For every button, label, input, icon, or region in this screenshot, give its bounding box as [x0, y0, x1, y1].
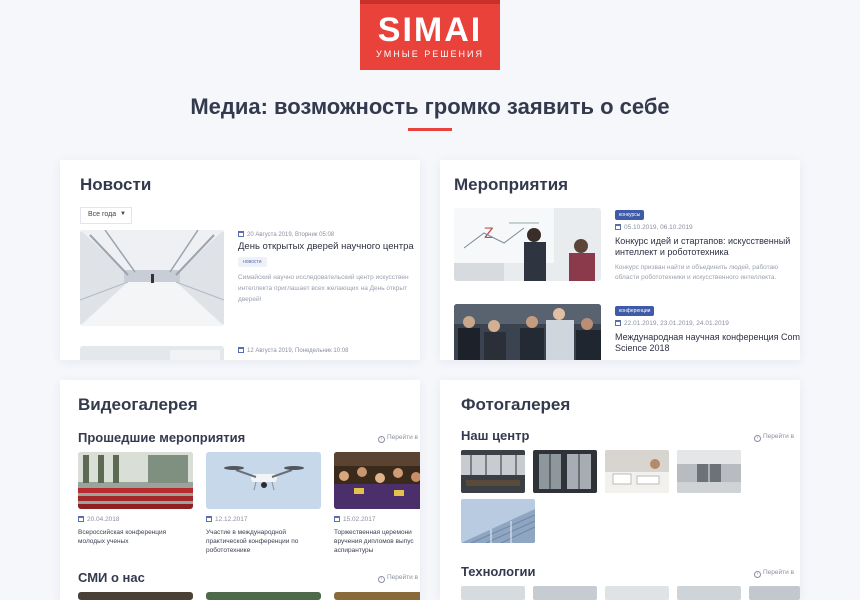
video-date: 20.04.2018 [78, 516, 120, 523]
simai-logo[interactable]: SIMAI УМНЫЕ РЕШЕНИЯ [360, 0, 500, 70]
photo-gallery-card: Фотогалерея Наш центр › Перейти в Техноло… [440, 380, 800, 600]
calendar-icon [206, 516, 212, 522]
news-badge[interactable]: новости [238, 257, 267, 267]
past-events-heading: Прошедшие мероприятия [78, 430, 246, 445]
photo-thumb-building[interactable] [461, 499, 535, 543]
go-to-link[interactable]: › Перейти в [378, 574, 418, 583]
title-underline [408, 128, 452, 131]
video-thumb-conference[interactable] [78, 452, 193, 509]
calendar-icon [238, 347, 244, 353]
news-meta: 12 Августа 2019, Понедельник 10:08 [238, 347, 348, 354]
event-image-whiteboard[interactable]: Z [454, 208, 601, 281]
photo-gallery-title[interactable]: Фотогалерея [461, 395, 570, 415]
tech-thumb[interactable] [749, 586, 800, 600]
tech-thumb[interactable] [677, 586, 741, 600]
photo-thumb-lab[interactable] [677, 450, 741, 493]
photo-thumb-meeting[interactable] [605, 450, 669, 493]
event-date: 05.10.2019, 06.10.2019 [615, 224, 693, 231]
news-item-title[interactable]: День открытых дверей научного центра [238, 241, 414, 252]
photo-thumb-hallway[interactable] [533, 450, 597, 493]
video-date: 15.02.2017 [334, 516, 376, 523]
year-select[interactable]: Все года ▼ [80, 207, 132, 224]
video-gallery-card: Видеогалерея Прошедшие мероприятия › Пере… [60, 380, 420, 600]
news-meta: 20 Августа 2019, Вторник 05:08 [238, 231, 334, 238]
our-center-heading: Наш центр [461, 428, 530, 443]
video-thumb-graduation[interactable] [334, 452, 420, 509]
logo-tagline: УМНЫЕ РЕШЕНИЯ [376, 49, 484, 59]
technologies-heading: Технологии [461, 564, 536, 579]
arrow-right-icon: › [754, 571, 761, 578]
video-thumb-drone[interactable] [206, 452, 321, 509]
year-select-value: Все года [88, 211, 117, 218]
news-text: Симайский научно исследовательский центр… [238, 274, 409, 303]
video-title[interactable]: Всероссийская конференция молодых ученых [78, 528, 166, 546]
events-card: Мероприятия Z конкурсы 05.10.2019, 06.10… [440, 160, 800, 360]
arrow-right-icon: › [754, 435, 761, 442]
video-title[interactable]: Участие в международной практической кон… [206, 528, 298, 555]
events-title[interactable]: Мероприятия [454, 175, 568, 195]
arrow-right-icon: › [378, 576, 385, 583]
news-card: Новости Все года ▼ 20 Августа 2019, Втор… [60, 160, 420, 360]
news-title[interactable]: Новости [80, 175, 151, 195]
tech-thumb[interactable] [533, 586, 597, 600]
logo-brand: SIMAI [377, 11, 483, 49]
go-to-link[interactable]: › Перейти в [754, 433, 794, 442]
event-badge[interactable]: конференции [615, 306, 655, 316]
tech-thumb[interactable] [605, 586, 669, 600]
media-thumb[interactable] [334, 592, 420, 600]
event-badge[interactable]: конкурсы [615, 210, 645, 220]
event-item-title[interactable]: Международная научная конференция Com Sc… [615, 332, 800, 354]
media-about-us-heading: СМИ о нас [78, 570, 145, 585]
calendar-icon [615, 320, 621, 326]
video-gallery-title[interactable]: Видеогалерея [78, 395, 198, 415]
arrow-right-icon: › [378, 436, 385, 443]
news-image-2[interactable] [80, 346, 224, 360]
calendar-icon [238, 231, 244, 237]
tech-thumb[interactable] [461, 586, 525, 600]
calendar-icon [334, 516, 340, 522]
video-date: 12.12.2017 [206, 516, 248, 523]
go-to-link[interactable]: › Перейти в [754, 569, 794, 578]
event-image-handshake[interactable] [454, 304, 601, 360]
news-image-corridor[interactable] [80, 230, 224, 326]
media-thumb[interactable] [78, 592, 193, 600]
calendar-icon [615, 224, 621, 230]
go-to-link[interactable]: › Перейти в [378, 434, 418, 443]
media-thumb[interactable] [206, 592, 321, 600]
event-item-title[interactable]: Конкурс идей и стартапов: искусственный … [615, 236, 790, 258]
chevron-down-icon: ▼ [120, 211, 126, 217]
event-text: Конкурс призван найти и объединить людей… [615, 264, 779, 281]
calendar-icon [78, 516, 84, 522]
event-date: 22.01.2019, 23.01.2019, 24.01.2019 [615, 320, 729, 327]
photo-thumb-office[interactable] [461, 450, 525, 493]
video-title[interactable]: Торжественная церемони вручения дипломов… [334, 528, 414, 555]
page-title: Медиа: возможность громко заявить о себе [190, 94, 670, 119]
